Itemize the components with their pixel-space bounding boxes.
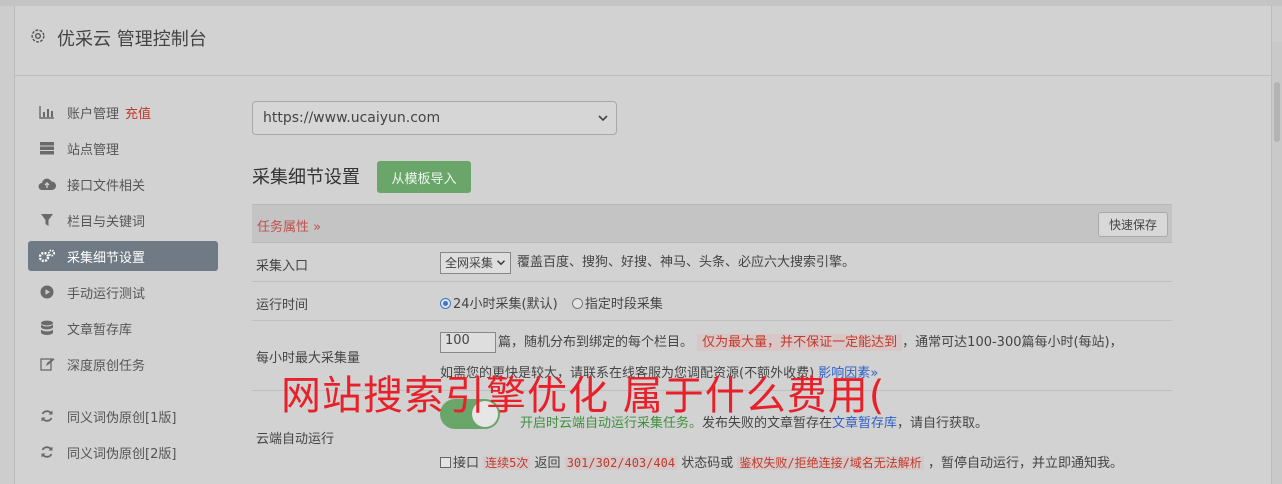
row-collect-entry: 采集入口 全网采集 覆盖百度、搜狗、好搜、神马、头条、必应六大搜索引擎。 [252,243,1172,282]
sidebar-item-label: 同义词伪原创[2版] [67,446,177,462]
text-status-or: 状态码或 [681,456,734,471]
sidebar-item-label: 文章暂存库 [67,322,133,338]
sidebar-item-deep-original[interactable]: 深度原创任务 [28,349,218,379]
collect-entry-desc: 覆盖百度、搜狗、好搜、神马、头条、必应六大搜索引擎。 [517,255,856,270]
sidebar-item-label: 同义词伪原创[1版] [67,410,177,426]
refresh-icon [38,444,56,460]
max-per-hour-input[interactable]: 100 [440,332,496,353]
site-select[interactable]: https://www.ucaiyun.com [252,101,617,135]
collect-entry-select-value: 全网采集 [445,256,494,270]
overlay-watermark-text: 网站搜索引擎优化 属于什么费用( [281,373,886,419]
sidebar-item-label: 接口文件相关 [67,178,146,194]
text-pause-notify: ，暂停自动运行，并立即通知我。 [927,456,1123,471]
sidebar-item-synonym-v1[interactable]: 同义词伪原创[1版] [28,401,218,431]
cloud-upload-icon [38,176,56,192]
max-warning: 仅为最大量，并不保证一定能达到 [697,334,903,351]
radio-scheduled[interactable] [571,298,583,309]
row-value: 24小时采集(默认) 指定时段采集 [440,293,663,312]
sidebar-item-interface-files[interactable]: 接口文件相关 [28,169,218,199]
radio-scheduled-label: 指定时段采集 [584,297,663,312]
sidebar-divider [28,385,218,401]
bar-chart-icon [38,104,56,120]
main-content: https://www.ucaiyun.com 采集细节设置 从模板导入 任务属… [252,101,1172,471]
sidebar-item-label: 站点管理 [67,142,120,158]
row-label: 运行时间 [256,298,309,313]
site-select-value: https://www.ucaiyun.com [263,110,441,126]
code-status: 301/302/403/404 [564,456,678,470]
collect-entry-select[interactable]: 全网采集 [440,251,512,274]
sidebar-item-label: 手动运行测试 [67,286,146,302]
max-text-2: ，通常可达100-300篇每小时(每站)， [902,335,1123,350]
task-attribute-toggle[interactable]: 任务属性 » [257,216,321,235]
sidebar: 账户管理 充值 站点管理 接口文件相关 栏目与关键词 采集细节设置 手动运行测试… [28,97,218,473]
sidebar-item-label: 栏目与关键词 [67,214,146,230]
text-returns: 返回 [534,456,561,471]
gears-icon [38,248,56,264]
row-value: 全网采集 覆盖百度、搜狗、好搜、神马、头条、必应六大搜索引擎。 [440,251,855,274]
sidebar-item-sites[interactable]: 站点管理 [28,133,218,163]
sidebar-item-synonym-v2[interactable]: 同义词伪原创[2版] [28,437,218,467]
edit-icon [38,356,56,372]
row-label: 采集入口 [256,259,309,274]
row-value: 100 篇，随机分布到绑定的每个栏目。 仅为最大量，并不保证一定能达到 ，通常可达1… [440,331,1123,353]
refresh-icon [38,408,56,424]
sidebar-item-label: 采集细节设置 [67,250,146,266]
scrollbar-thumb[interactable] [1274,82,1280,142]
radio-24h[interactable] [440,298,451,309]
row-value-line2: 接口 连续5次 返回 301/302/403/404 状态码或 鉴权失败/拒绝连… [440,452,1123,471]
database-icon [38,320,56,336]
quick-save-button[interactable]: 快速保存 [1098,212,1168,237]
scrollbar[interactable] [1272,42,1282,484]
radio-24h-label: 24小时采集(默认) [453,297,558,312]
section-title: 采集细节设置 [252,167,360,188]
server-icon [38,140,56,156]
gear-icon [31,29,45,43]
chevron-down-icon [598,115,608,122]
sidebar-item-article-store[interactable]: 文章暂存库 [28,313,218,343]
page-title: 优采云 管理控制台 [57,29,207,50]
chevron-down-icon [497,260,506,266]
sidebar-item-label: 账户管理 [67,106,120,122]
sidebar-item-columns-keywords[interactable]: 栏目与关键词 [28,205,218,235]
task-attribute-bar: 任务属性 » 快速保存 [252,204,1172,243]
max-text-1: 篇，随机分布到绑定的每个栏目。 [498,335,694,350]
page-header: 优采云 管理控制台 [15,6,1271,76]
sidebar-item-manual-run[interactable]: 手动运行测试 [28,277,218,307]
sidebar-item-collect-settings[interactable]: 采集细节设置 [28,241,218,271]
sidebar-item-label: 深度原创任务 [67,358,146,374]
interface-pause-checkbox[interactable] [440,457,451,468]
cloud-text-2: ，请自行获取。 [897,416,989,431]
checkbox-label: 接口 [453,456,480,471]
import-template-button[interactable]: 从模板导入 [377,161,471,193]
play-circle-icon [38,284,56,300]
filter-icon [38,212,56,228]
code-errors: 鉴权失败/拒绝连接/域名无法解析 [737,456,924,470]
row-label: 云端自动运行 [256,432,335,447]
code-consecutive: 连续5次 [483,456,531,470]
sidebar-item-account[interactable]: 账户管理 充值 [28,97,218,127]
recharge-link[interactable]: 充值 [125,103,151,122]
row-run-time: 运行时间 24小时采集(默认) 指定时段采集 [252,282,1172,321]
